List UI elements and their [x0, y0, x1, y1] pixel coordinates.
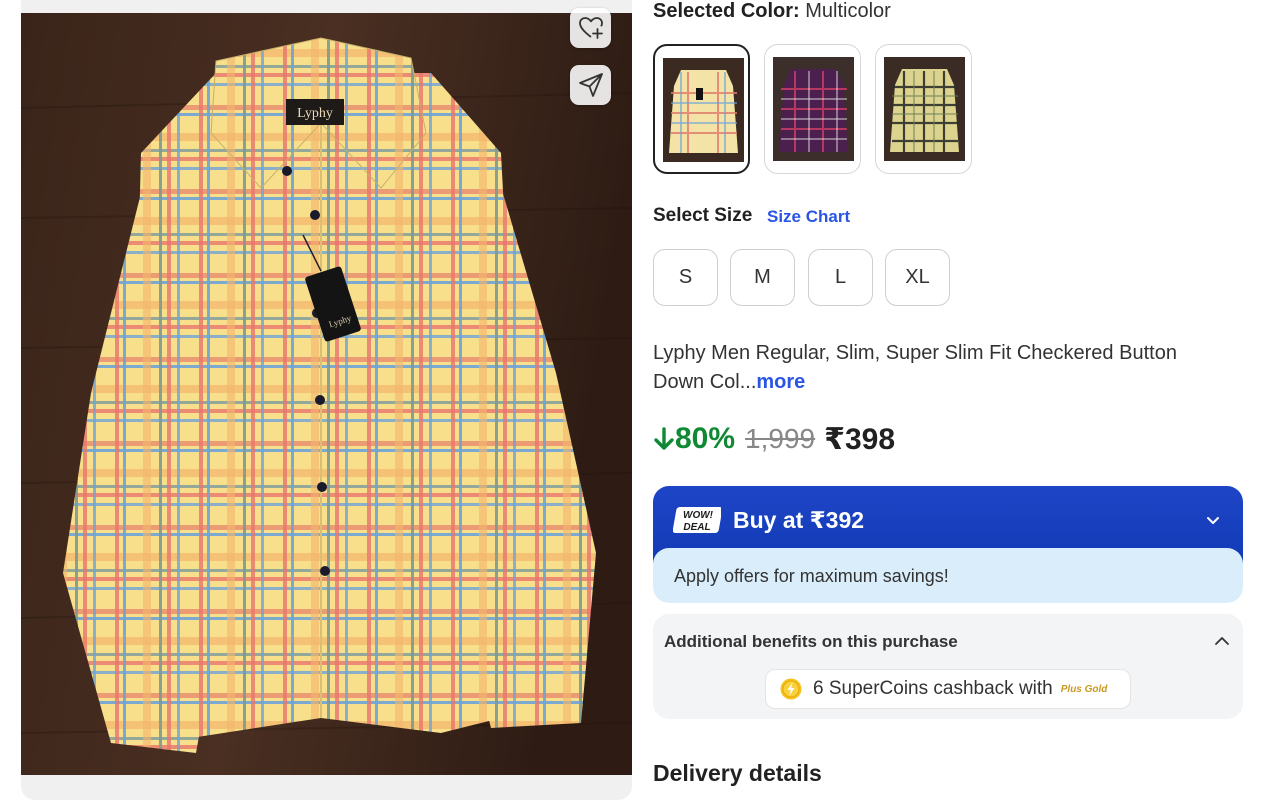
color-swatch-yellow[interactable]: [875, 44, 972, 174]
discount: 80%: [653, 422, 735, 456]
size-option-m[interactable]: M: [730, 249, 795, 306]
plus-gold-logo: Plus Gold: [1060, 683, 1108, 695]
chevron-up-icon[interactable]: [1213, 632, 1231, 650]
supercoins-pill: 6 SuperCoins cashback with Plus Gold: [765, 669, 1131, 709]
mrp-price: 1,999: [745, 423, 816, 454]
product-photo[interactable]: Lyphy Lyphy: [21, 13, 632, 775]
selected-color-value: Multicolor: [805, 0, 891, 22]
discount-percent: 80%: [675, 422, 736, 455]
swatch-image: [773, 57, 854, 161]
color-swatch-purple[interactable]: [764, 44, 861, 174]
wow-deal-badge: WOW! DEAL: [673, 507, 721, 533]
supercoins-text: 6 SuperCoins cashback with: [813, 678, 1053, 699]
arrow-down-icon: [654, 427, 674, 450]
deal-price-text: Buy at ₹392: [733, 507, 865, 533]
description-text: Lyphy Men Regular, Slim, Super Slim Fit …: [653, 342, 1177, 393]
product-image-panel: Lyphy Lyphy: [21, 0, 632, 800]
product-description: Lyphy Men Regular, Slim, Super Slim Fit …: [653, 339, 1213, 397]
size-chart-link[interactable]: Size Chart: [767, 207, 850, 227]
deal-offers-text: Apply offers for maximum savings!: [674, 566, 949, 586]
brand-tag: Lyphy: [297, 106, 333, 121]
deal-offers-strip[interactable]: Apply offers for maximum savings!: [653, 548, 1243, 603]
additional-benefits-card: Additional benefits on this purchase 6 S…: [653, 614, 1243, 719]
price-row: 80% 1,999 ₹398: [653, 420, 895, 458]
selected-color: Selected Color: Multicolor: [653, 0, 891, 23]
swatch-image: [663, 58, 744, 162]
send-icon: [578, 73, 603, 97]
size-option-s[interactable]: S: [653, 249, 718, 306]
wow-text: WOW!: [683, 510, 714, 521]
supercoin-icon: [780, 678, 802, 700]
size-option-xl[interactable]: XL: [885, 249, 950, 306]
wow-deal-card[interactable]: WOW! DEAL Buy at ₹392 Apply offers for m…: [653, 486, 1243, 603]
swatch-image: [884, 57, 965, 161]
heart-plus-icon: [578, 17, 603, 39]
wishlist-button[interactable]: [570, 8, 611, 48]
benefits-title: Additional benefits on this purchase: [664, 632, 958, 651]
chevron-down-icon[interactable]: [1203, 510, 1223, 530]
share-button[interactable]: [570, 65, 611, 105]
delivery-details-heading: Delivery details: [653, 760, 822, 786]
select-size-title: Select Size: [653, 205, 753, 226]
size-option-l[interactable]: L: [808, 249, 873, 306]
selling-price: ₹398: [824, 422, 896, 456]
deal-text-badge: DEAL: [683, 522, 710, 533]
description-more-link[interactable]: more: [756, 371, 805, 393]
color-swatch-multicolor[interactable]: [653, 44, 750, 174]
selected-color-label: Selected Color:: [653, 0, 800, 22]
